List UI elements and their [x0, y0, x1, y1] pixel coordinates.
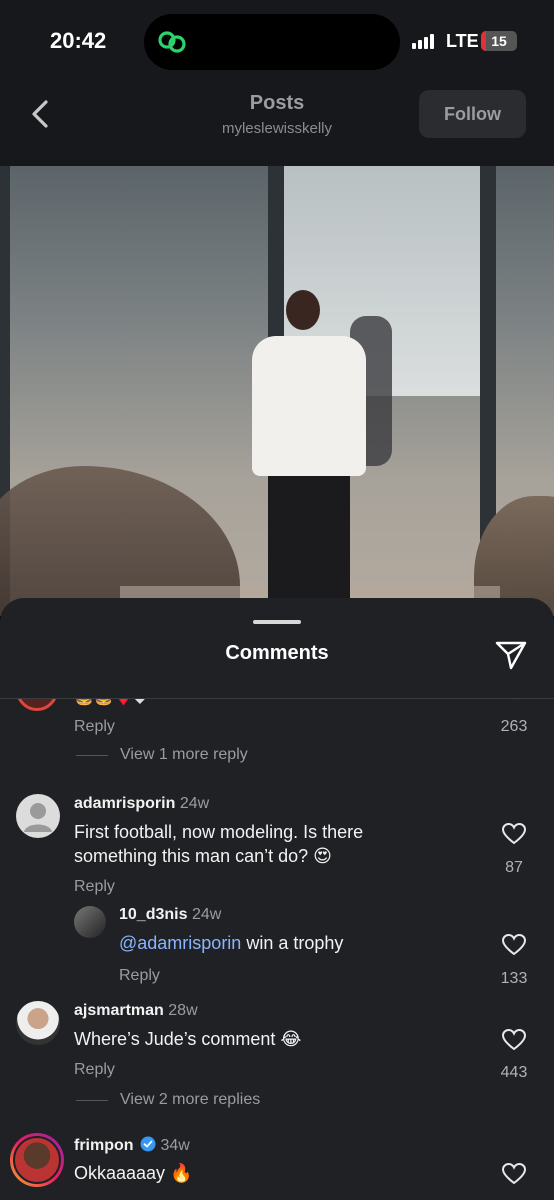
share-paper-plane-icon[interactable]	[494, 638, 528, 672]
network-type: LTE	[446, 31, 479, 51]
comments-list[interactable]: 🍔🍔♦️◆ Reply 263 View 1 more reply adamri…	[0, 699, 554, 1200]
avatar[interactable]	[16, 1001, 60, 1045]
comment-text: Okkaaaaay 🔥	[74, 1163, 193, 1183]
comment-age: 24w	[179, 795, 210, 812]
heart-icon[interactable]	[502, 934, 526, 956]
reply-age: 24w	[191, 906, 222, 923]
reply-button[interactable]: Reply	[74, 878, 115, 896]
comment-emoji-text: 🍔🍔♦️◆	[74, 699, 146, 707]
heart-icon[interactable]	[502, 1029, 526, 1051]
comment-text: First football, now modeling. Is there s…	[74, 822, 364, 866]
default-avatar-icon	[24, 803, 52, 832]
avatar[interactable]	[10, 1133, 64, 1187]
sheet-drag-handle[interactable]	[253, 620, 301, 624]
comment-username[interactable]: adamrisporin 24w	[74, 795, 209, 813]
post-video[interactable]	[0, 166, 554, 616]
reply-username[interactable]: 10_d3nis 24w	[119, 906, 221, 924]
reply-text-body: win a trophy	[241, 933, 344, 953]
signal-icon	[412, 33, 438, 49]
heart-icon[interactable]	[502, 1163, 526, 1185]
like-count: 443	[500, 1064, 528, 1081]
comment-age: 28w	[168, 1002, 198, 1019]
link-chain-icon	[158, 31, 186, 53]
reply-button[interactable]: Reply	[74, 718, 115, 736]
like-count: 87	[505, 859, 523, 876]
comment-username[interactable]: ajsmartman 28w	[74, 1002, 198, 1020]
comment-username[interactable]: frimpon 34w	[74, 1136, 190, 1155]
comment-username-text[interactable]: frimpon	[74, 1137, 134, 1154]
posts-header: Posts myleslewisskelly Follow	[0, 80, 554, 166]
verified-badge-icon	[140, 1136, 156, 1152]
view-more-replies[interactable]: View 1 more reply	[120, 746, 248, 764]
avatar[interactable]	[16, 699, 58, 711]
reply-text: @adamrisporin win a trophy	[119, 931, 343, 955]
view-more-replies[interactable]: View 2 more replies	[120, 1091, 260, 1109]
reply-button[interactable]: Reply	[74, 1061, 115, 1079]
battery-level: 15	[491, 33, 507, 49]
comment-text: Where’s Jude’s comment 😂	[74, 1029, 302, 1049]
heart-icon[interactable]	[502, 823, 526, 845]
chevron-down-icon	[514, 699, 516, 700]
comment-age: 34w	[160, 1137, 190, 1154]
battery-icon: 15	[481, 31, 517, 51]
comments-title: Comments	[225, 642, 329, 664]
reply-username-text[interactable]: 10_d3nis	[119, 906, 187, 923]
avatar[interactable]	[74, 906, 106, 938]
dynamic-island	[144, 14, 400, 70]
like-count: 133	[500, 970, 528, 987]
video-model-figure	[268, 472, 350, 616]
reply-button[interactable]: Reply	[119, 967, 160, 985]
like-count: 263	[500, 718, 528, 735]
comment-username-text[interactable]: ajsmartman	[74, 1002, 164, 1019]
status-bar: 20:42 LTE 15	[0, 0, 554, 80]
mention-link[interactable]: @adamrisporin	[119, 933, 241, 953]
comments-sheet: Comments 🍔🍔♦️◆ Reply 263 View 1 more rep…	[0, 598, 554, 1200]
status-time: 20:42	[50, 28, 107, 53]
comment-username-text[interactable]: adamrisporin	[74, 795, 175, 812]
follow-button[interactable]: Follow	[419, 90, 526, 138]
avatar[interactable]	[16, 794, 60, 838]
